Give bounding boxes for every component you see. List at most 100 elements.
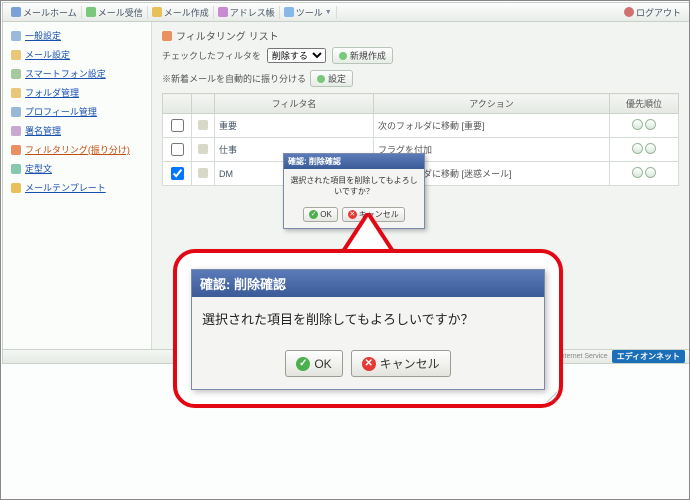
tab-address-book[interactable]: アドレス帳 <box>214 6 280 19</box>
app-frame: メールホーム メール受信 メール作成 アドレス帳 ツール▼ ログアウト 一般設定… <box>0 0 690 500</box>
cancel-button[interactable]: ✕ キャンセル <box>351 350 451 377</box>
sidebar-item-label: メールテンプレート <box>25 181 106 194</box>
table-row: 重要次のフォルダに移動 [重要] <box>163 114 679 138</box>
sidebar-item-label: フォルダ管理 <box>25 86 79 99</box>
ok-icon: ✓ <box>309 210 318 219</box>
button-label: OK <box>320 210 332 219</box>
tab-tools[interactable]: ツール▼ <box>280 6 337 19</box>
sidebar-item-mail-template[interactable]: メールテンプレート <box>3 178 151 197</box>
mail-icon <box>11 50 21 60</box>
home-icon <box>11 7 21 17</box>
filter-icon <box>162 31 172 41</box>
row-priority <box>610 114 679 138</box>
plus-icon <box>339 52 347 60</box>
brand-badge: エディオンネット <box>612 350 685 363</box>
sidebar-item-general[interactable]: 一般設定 <box>3 26 151 45</box>
sidebar-item-label: 署名管理 <box>25 124 61 137</box>
col-priority: 優先順位 <box>610 94 679 114</box>
button-label: OK <box>314 357 331 371</box>
sidebar-item-profile[interactable]: プロフィール管理 <box>3 102 151 121</box>
tab-label: メール受信 <box>98 6 143 19</box>
priority-down[interactable] <box>645 119 656 130</box>
sidebar-item-label: 一般設定 <box>25 29 61 42</box>
priority-up[interactable] <box>632 119 643 130</box>
sidebar-item-folder[interactable]: フォルダ管理 <box>3 83 151 102</box>
sidebar-item-label: フィルタリング(振り分け) <box>25 143 130 156</box>
tools-icon <box>284 7 294 17</box>
bulk-action-bar: チェックしたフィルタを 削除する 新規作成 <box>162 47 679 64</box>
compose-icon <box>152 7 162 17</box>
sidebar-item-smartphone[interactable]: スマートフォン設定 <box>3 64 151 83</box>
sidebar: 一般設定 メール設定 スマートフォン設定 フォルダ管理 プロフィール管理 署名管… <box>3 22 152 350</box>
bulk-action-label: チェックしたフィルタを <box>162 49 261 62</box>
priority-up[interactable] <box>632 143 643 154</box>
phone-icon <box>11 69 21 79</box>
signature-icon <box>11 126 21 136</box>
logout-label: ログアウト <box>636 6 681 19</box>
sidebar-item-label: メール設定 <box>25 48 70 61</box>
tab-label: ツール <box>296 6 323 19</box>
confirm-dialog-large: 確認: 削除確認 選択された項目を削除してもよろしいですか？ ✓ OK ✕ キャンセ… <box>191 269 545 390</box>
priority-down[interactable] <box>645 167 656 178</box>
auto-sort-note: ※新着メールを自動的に振り分ける 設定 <box>162 70 679 87</box>
sidebar-item-label: プロフィール管理 <box>25 105 97 118</box>
logout-button[interactable]: ログアウト <box>620 6 685 19</box>
logout-icon <box>624 7 634 17</box>
note-text: ※新着メールを自動的に振り分ける <box>162 72 306 85</box>
bulk-action-select[interactable]: 削除する <box>267 48 326 63</box>
tab-mail-compose[interactable]: メール作成 <box>148 6 214 19</box>
button-label: 設定 <box>328 72 346 85</box>
row-priority <box>610 162 679 186</box>
row-action: 次のフォルダに移動 [重要] <box>374 114 610 138</box>
cancel-icon: ✕ <box>362 357 376 371</box>
row-icon <box>198 168 208 178</box>
tab-mail-receive[interactable]: メール受信 <box>82 6 148 19</box>
dialog-title: 確認: 削除確認 <box>192 270 544 297</box>
dialog-message: 選択された項目を削除してもよろしいですか？ <box>192 297 544 332</box>
sidebar-item-filtering[interactable]: フィルタリング(振り分け) <box>3 140 151 159</box>
gear-icon <box>11 31 21 41</box>
row-name[interactable]: 重要 <box>215 114 374 138</box>
col-action: アクション <box>374 94 610 114</box>
button-label: キャンセル <box>380 355 440 372</box>
col-checkbox <box>163 94 192 114</box>
sidebar-item-label: 定型文 <box>25 162 52 175</box>
priority-down[interactable] <box>645 143 656 154</box>
sidebar-item-signature[interactable]: 署名管理 <box>3 121 151 140</box>
row-icon <box>198 144 208 154</box>
tab-mail-home[interactable]: メールホーム <box>7 6 82 19</box>
col-icon <box>192 94 215 114</box>
chevron-down-icon: ▼ <box>325 9 332 16</box>
zoom-callout: 確認: 削除確認 選択された項目を削除してもよろしいですか？ ✓ OK ✕ キャンセ… <box>173 249 563 408</box>
text-icon <box>11 164 21 174</box>
tab-label: アドレス帳 <box>230 6 275 19</box>
sidebar-item-label: スマートフォン設定 <box>25 67 106 80</box>
table-header-row: フィルタ名 アクション 優先順位 <box>163 94 679 114</box>
ok-button[interactable]: ✓ OK <box>285 350 342 377</box>
dialog-title: 確認: 削除確認 <box>284 154 424 169</box>
row-checkbox[interactable] <box>171 167 184 180</box>
row-checkbox[interactable] <box>171 143 184 156</box>
callout-tail <box>336 213 400 253</box>
sidebar-item-mail[interactable]: メール設定 <box>3 45 151 64</box>
new-filter-button[interactable]: 新規作成 <box>332 47 393 64</box>
filter-icon <box>11 145 21 155</box>
row-checkbox[interactable] <box>171 119 184 132</box>
inbox-icon <box>86 7 96 17</box>
button-label: 新規作成 <box>350 49 386 62</box>
tab-label: メール作成 <box>164 6 209 19</box>
sidebar-item-template-text[interactable]: 定型文 <box>3 159 151 178</box>
ok-icon: ✓ <box>296 357 310 371</box>
tab-label: メールホーム <box>23 6 77 19</box>
ok-button[interactable]: ✓OK <box>303 207 338 222</box>
note-settings-button[interactable]: 設定 <box>310 70 353 87</box>
address-icon <box>218 7 228 17</box>
priority-up[interactable] <box>632 167 643 178</box>
top-toolbar: メールホーム メール受信 メール作成 アドレス帳 ツール▼ ログアウト <box>3 3 689 22</box>
panel-title-text: フィルタリング リスト <box>176 28 279 43</box>
gear-icon <box>317 75 325 83</box>
profile-icon <box>11 107 21 117</box>
dialog-message: 選択された項目を削除してもよろしいですか？ <box>284 169 424 203</box>
folder-icon <box>11 88 21 98</box>
row-icon <box>198 120 208 130</box>
